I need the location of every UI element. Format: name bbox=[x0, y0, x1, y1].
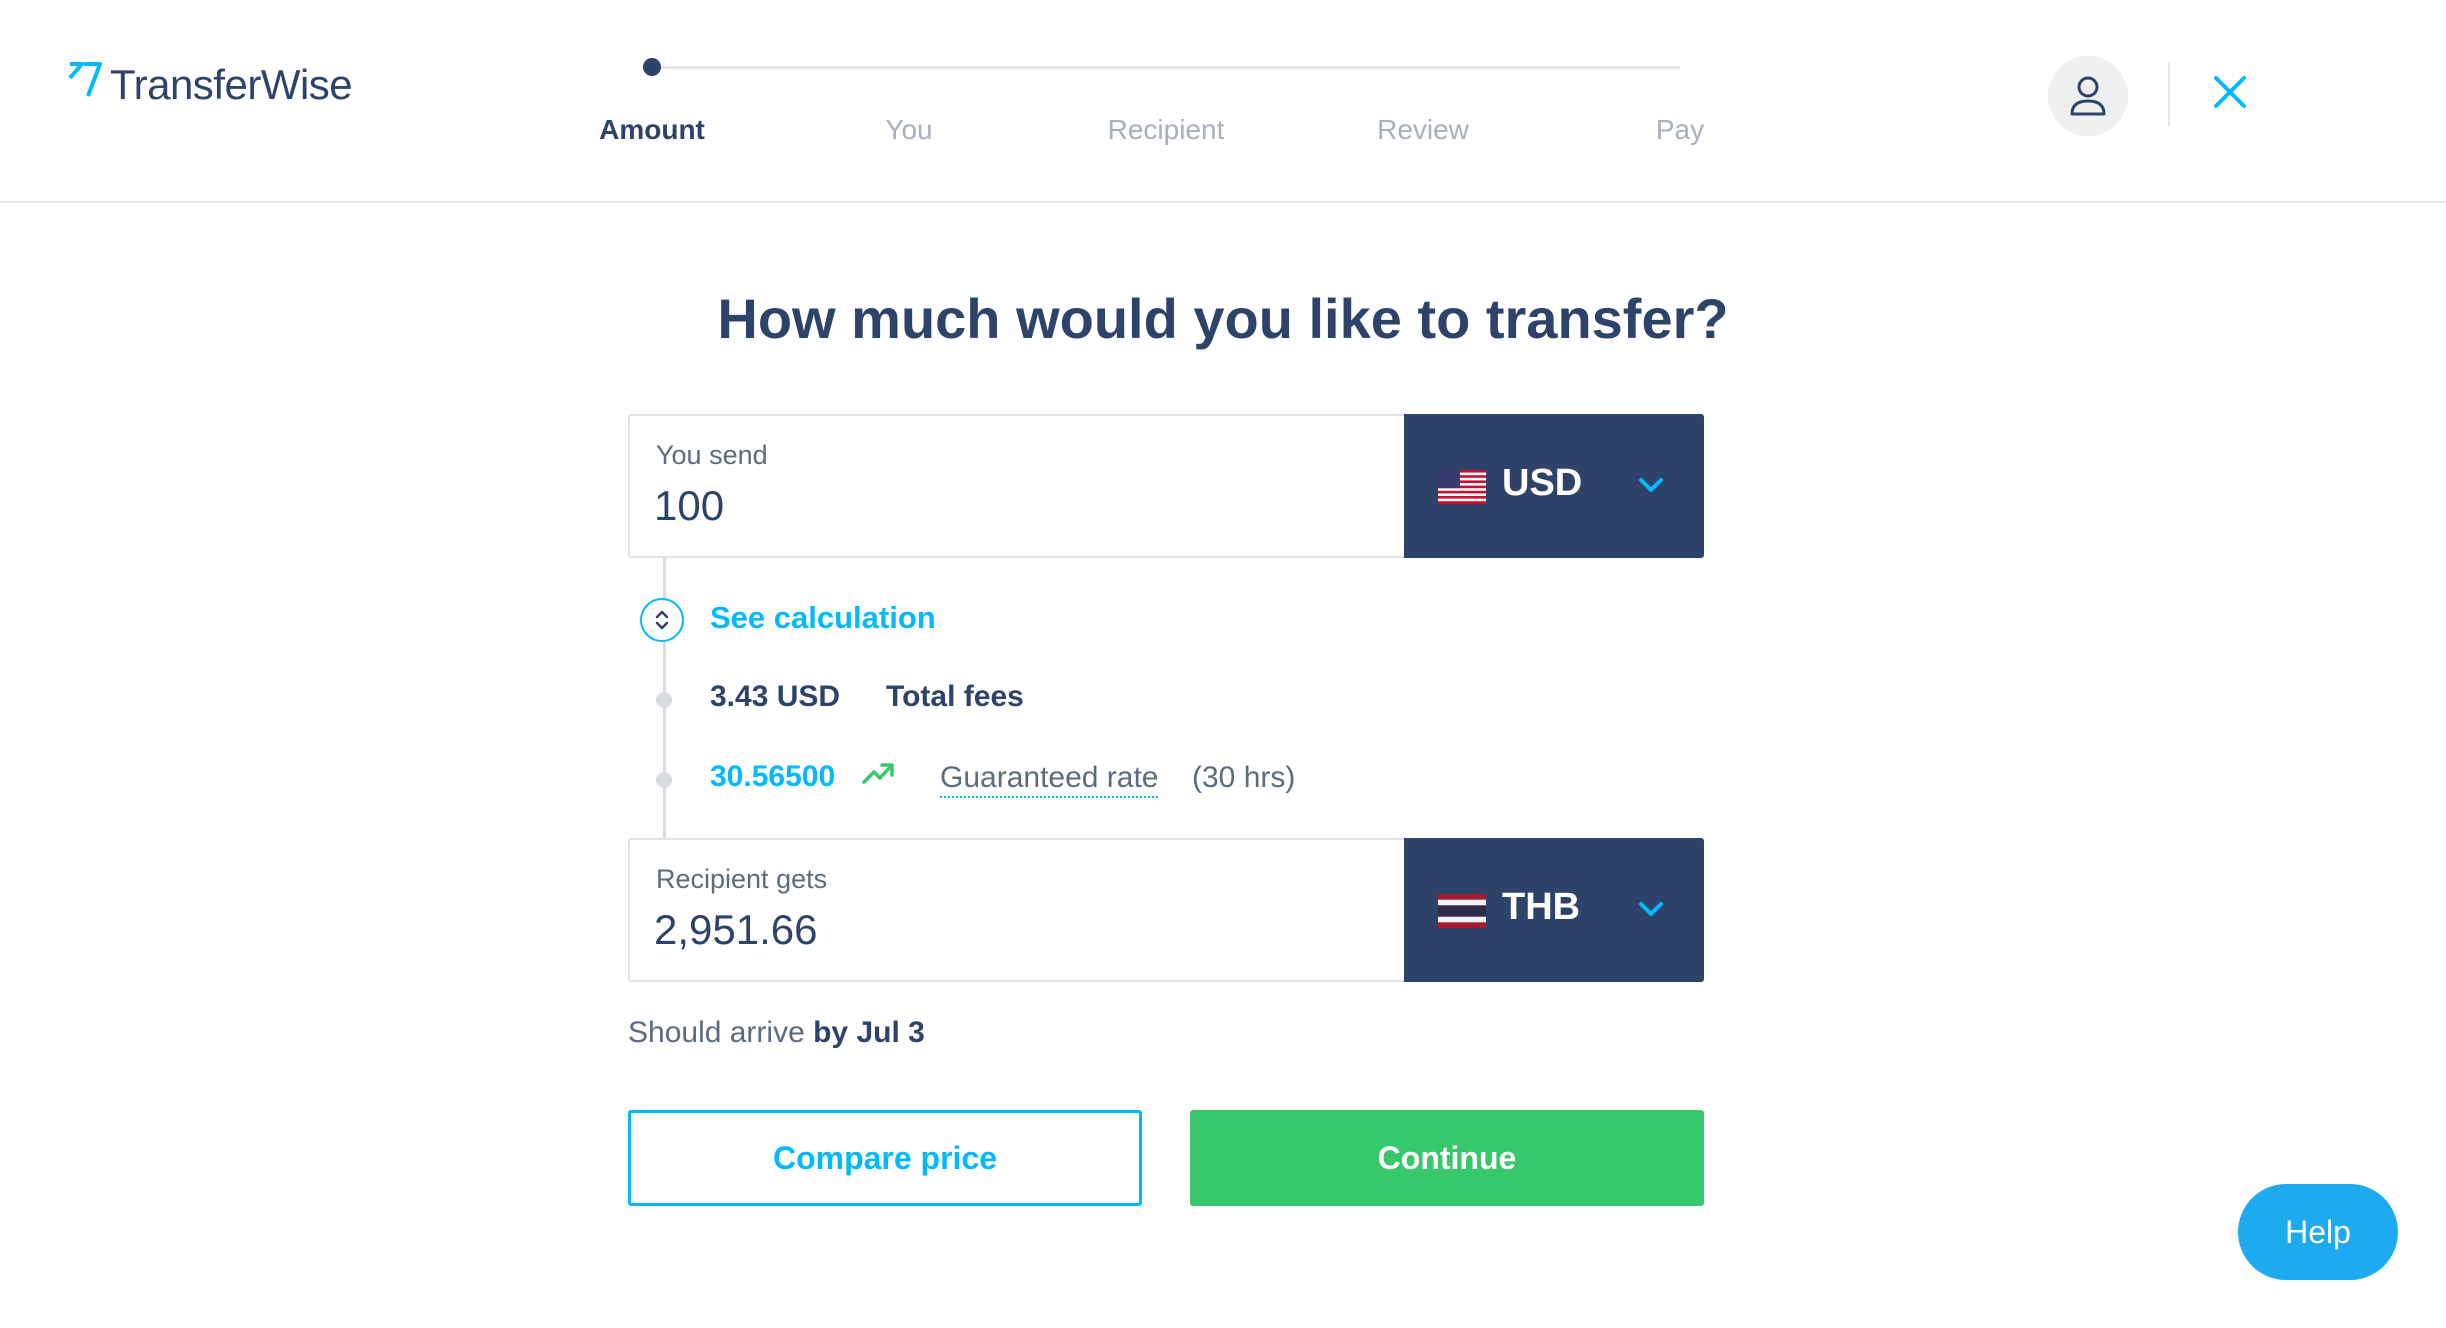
transferwise-logo[interactable]: TransferWise bbox=[66, 56, 353, 116]
send-amount-input[interactable]: 100 bbox=[654, 482, 724, 530]
page-title: How much would you like to transfer? bbox=[717, 287, 1729, 350]
us-flag-icon bbox=[1438, 470, 1486, 504]
step-you: You bbox=[885, 114, 933, 145]
receive-currency-select[interactable]: THB bbox=[1404, 838, 1704, 982]
account-button[interactable] bbox=[2048, 56, 2128, 136]
rate-duration: (30 hrs) bbox=[1192, 761, 1296, 794]
rate-bullet bbox=[656, 772, 672, 788]
fee-bullet bbox=[656, 692, 672, 708]
thailand-flag-icon bbox=[1438, 894, 1486, 928]
user-icon bbox=[2070, 76, 2106, 116]
step-review: Review bbox=[1377, 114, 1469, 145]
close-icon[interactable] bbox=[2208, 70, 2252, 114]
trending-up-icon bbox=[862, 763, 894, 784]
step-amount: Amount bbox=[599, 114, 705, 145]
send-currency-select[interactable]: USD bbox=[1404, 414, 1704, 558]
receive-amount-field[interactable]: Recipient gets 2,951.66 THB bbox=[628, 838, 1704, 982]
top-header: TransferWise Amount You Recipient Review… bbox=[0, 0, 2446, 203]
guaranteed-rate-link[interactable]: Guaranteed rate bbox=[940, 760, 1159, 798]
receive-amount-input[interactable]: 2,951.66 bbox=[654, 906, 818, 954]
chevron-down-icon bbox=[1639, 478, 1663, 492]
see-calculation-link[interactable]: See calculation bbox=[710, 600, 936, 636]
chevron-down-icon bbox=[1639, 902, 1663, 916]
arrival-estimate: Should arrive by Jul 3 bbox=[628, 1016, 925, 1050]
send-amount-label: You send bbox=[656, 440, 768, 470]
header-divider bbox=[2168, 62, 2170, 126]
logo-flag-icon bbox=[68, 62, 102, 97]
fee-label: Total fees bbox=[886, 680, 1024, 713]
continue-button[interactable]: Continue bbox=[1190, 1110, 1704, 1206]
fee-amount: 3.43 USD bbox=[710, 680, 841, 713]
progress-indicator bbox=[643, 58, 661, 76]
send-amount-field[interactable]: You send 100 USD bbox=[628, 414, 1704, 558]
help-button[interactable]: Help bbox=[2238, 1184, 2398, 1280]
arrival-prefix: Should arrive bbox=[628, 1016, 805, 1049]
calculation-toggle[interactable] bbox=[640, 598, 684, 642]
progress-track bbox=[652, 66, 1680, 69]
receive-currency-code: THB bbox=[1502, 886, 1581, 928]
exchange-rate-value: 30.56500 bbox=[710, 760, 836, 793]
receive-amount-label: Recipient gets bbox=[656, 864, 828, 894]
arrival-date: by Jul 3 bbox=[813, 1016, 925, 1049]
expand-collapse-icon bbox=[655, 610, 669, 630]
step-recipient: Recipient bbox=[1107, 114, 1225, 145]
send-currency-code: USD bbox=[1502, 462, 1583, 504]
logo-text: TransferWise bbox=[110, 61, 353, 108]
compare-price-button[interactable]: Compare price bbox=[628, 1110, 1142, 1206]
step-pay: Pay bbox=[1655, 114, 1705, 145]
